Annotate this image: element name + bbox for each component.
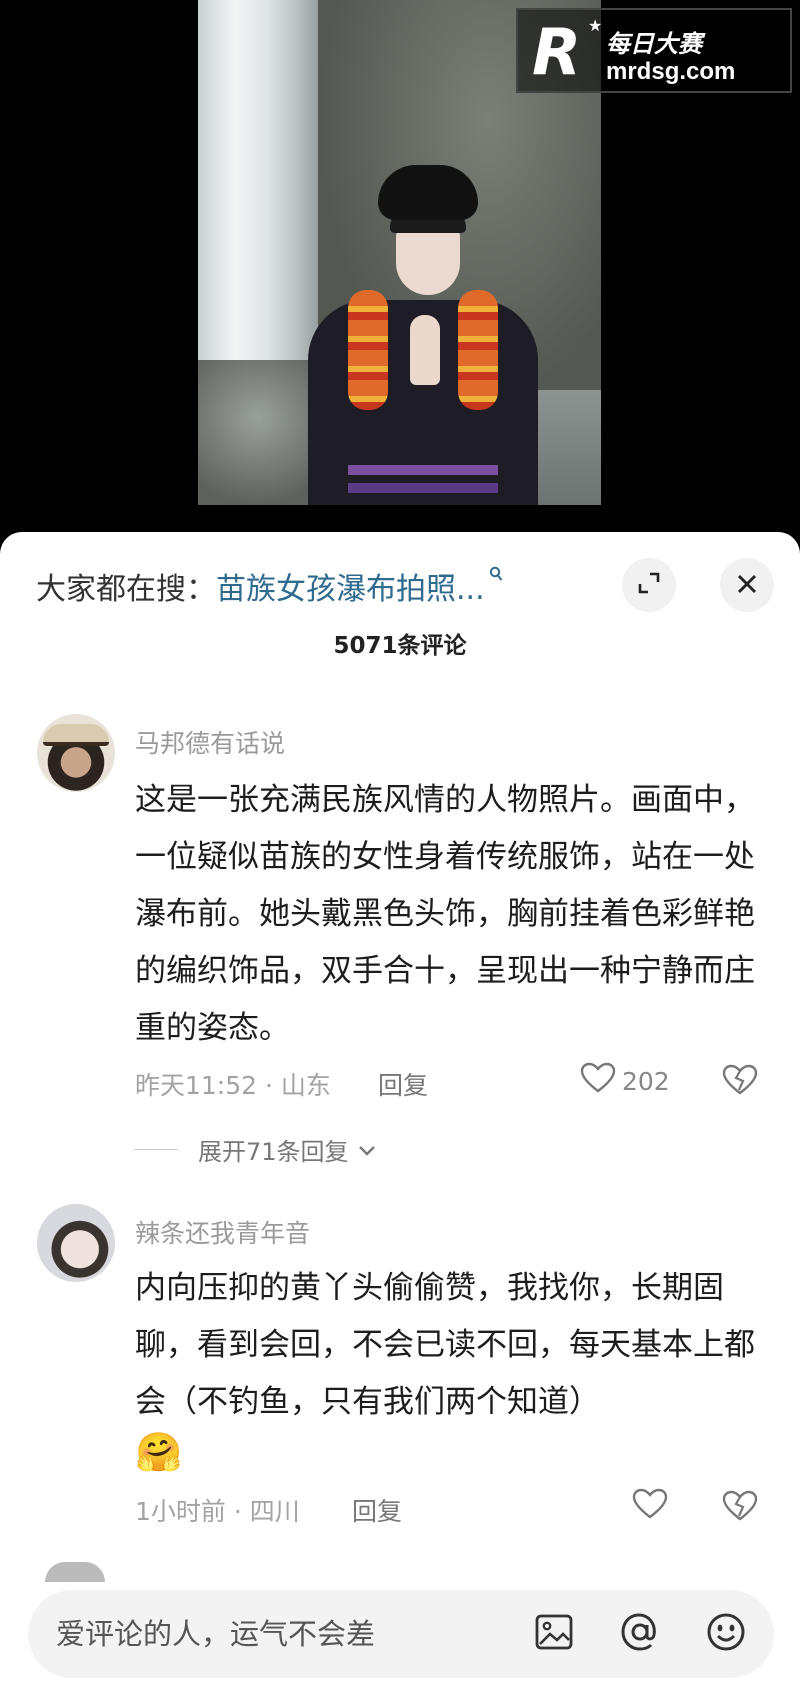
mention-button[interactable] xyxy=(616,1610,664,1658)
emoji-sticker: 🤗 xyxy=(135,1430,183,1474)
comment-input[interactable]: 爱评论的人，运气不会差 xyxy=(28,1590,774,1678)
expand-icon xyxy=(636,570,662,600)
comment-text: 这是一张充满民族风情的人物照片。画面中，一位疑似苗族的女性身着传统服饰，站在一处… xyxy=(135,782,755,1046)
dislike-icon xyxy=(722,1064,758,1100)
close-icon xyxy=(736,569,758,602)
image-icon xyxy=(534,1613,574,1655)
waterfall-image xyxy=(198,0,323,380)
search-icon xyxy=(489,566,503,587)
reply-button[interactable]: 回复 xyxy=(378,1066,428,1102)
dislike-button[interactable] xyxy=(722,1064,758,1100)
like-button[interactable]: 202 xyxy=(580,1062,670,1100)
avatar[interactable] xyxy=(37,714,115,792)
like-button[interactable] xyxy=(632,1488,668,1526)
comment-text: 内向压抑的黄丫头偷偷赞，我找你，长期固聊，看到会回，不会已读不回，每天基本上都会… xyxy=(135,1270,755,1420)
dislike-button[interactable] xyxy=(722,1490,758,1526)
emoji-icon xyxy=(705,1611,747,1657)
search-prefix: 大家都在搜： xyxy=(36,572,216,607)
search-term-link[interactable]: 苗族女孩瀑布拍照... xyxy=(216,564,485,608)
chevron-down-icon xyxy=(357,1136,377,1164)
watermark-logo: R ★ 每日大赛 mrdsg.com xyxy=(516,8,792,93)
expand-replies-label: 展开71条回复 xyxy=(198,1138,349,1166)
avatar[interactable] xyxy=(37,1204,115,1282)
dislike-icon xyxy=(722,1490,758,1526)
comments-sheet: 大家都在搜： 苗族女孩瀑布拍照... 5071条评论 马邦德有话说 这是一张充满… xyxy=(0,532,800,1695)
comment-meta: 1小时前 · 四川 xyxy=(135,1497,300,1526)
image-button[interactable] xyxy=(530,1610,578,1658)
expand-replies-button[interactable]: 展开71条回复 xyxy=(134,1132,377,1167)
comments-count: 5071条评论 xyxy=(333,633,467,659)
comment-input-placeholder: 爱评论的人，运气不会差 xyxy=(56,1617,376,1651)
comment-username[interactable]: 马邦德有话说 xyxy=(135,724,285,760)
heart-icon xyxy=(580,1062,616,1100)
trending-search[interactable]: 大家都在搜： 苗族女孩瀑布拍照... xyxy=(36,564,503,608)
video-player[interactable]: R ★ 每日大赛 mrdsg.com xyxy=(0,0,800,540)
person-figure xyxy=(308,165,538,505)
expand-button[interactable] xyxy=(622,558,676,612)
close-button[interactable] xyxy=(720,558,774,612)
like-count: 202 xyxy=(622,1066,670,1096)
at-icon xyxy=(619,1611,661,1657)
reply-button[interactable]: 回复 xyxy=(352,1492,402,1528)
avatar xyxy=(45,1562,105,1582)
comment-meta: 昨天11:52 · 山东 xyxy=(135,1071,331,1100)
emoji-button[interactable] xyxy=(702,1610,750,1658)
comment-username[interactable]: 辣条还我青年音 xyxy=(135,1214,310,1250)
heart-icon xyxy=(632,1488,668,1526)
